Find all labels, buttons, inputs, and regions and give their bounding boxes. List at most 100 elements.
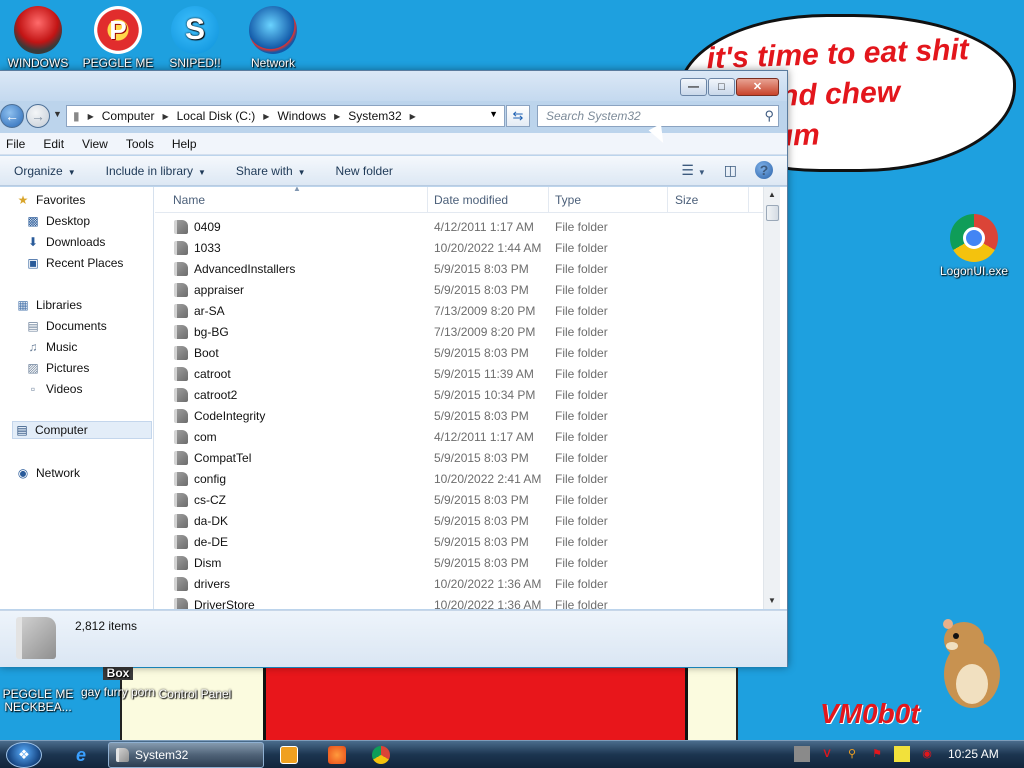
menu-view[interactable]: View	[82, 137, 108, 151]
file-name: CodeIntegrity	[194, 409, 266, 423]
chrome-taskbar-icon[interactable]	[372, 746, 390, 764]
address-bar[interactable]: ▮ ▶ Computer ▶ Local Disk (C:) ▶ Windows…	[66, 105, 505, 127]
scroll-up-icon[interactable]: ▲	[764, 187, 780, 203]
start-button[interactable]: ❖	[6, 742, 42, 768]
vertical-scrollbar[interactable]: ▲ ▼	[763, 187, 780, 609]
nav-computer[interactable]: ▤ Computer	[12, 421, 152, 439]
maximize-button[interactable]: □	[708, 78, 735, 96]
desktop-icon-network[interactable]: Network	[235, 6, 311, 70]
table-row[interactable]: 1033 10/20/2022 1:44 AM File folder	[155, 238, 763, 259]
tray-search-icon[interactable]: ⚲	[844, 746, 860, 762]
desktop-icon-control-panel[interactable]: Control Panel	[157, 666, 233, 701]
table-row[interactable]: DriverStore 10/20/2022 1:36 AM File folder	[155, 595, 763, 609]
scroll-down-icon[interactable]: ▼	[764, 593, 780, 609]
chevron-down-icon: ▼	[198, 167, 206, 177]
breadcrumb-windows[interactable]: Windows	[277, 109, 326, 123]
nav-recent-places[interactable]: ▣ Recent Places	[26, 254, 123, 272]
search-input[interactable]: Search System32 ⚲	[537, 105, 779, 127]
chevron-right-icon[interactable]: ▶	[88, 112, 94, 121]
table-row[interactable]: ar-SA 7/13/2009 8:20 PM File folder	[155, 301, 763, 322]
nav-downloads[interactable]: ⬇ Downloads	[26, 233, 105, 251]
internet-explorer-icon[interactable]: e	[70, 744, 92, 766]
chevron-right-icon[interactable]: ▶	[162, 112, 168, 121]
table-row[interactable]: cs-CZ 5/9/2015 8:03 PM File folder	[155, 490, 763, 511]
nav-libraries[interactable]: ▦ Libraries	[16, 296, 82, 314]
view-options-icon[interactable]: ☰ ▼	[681, 162, 705, 179]
chevron-right-icon[interactable]: ▶	[334, 112, 340, 121]
preview-pane-icon[interactable]: ◫	[724, 162, 737, 179]
table-row[interactable]: Dism 5/9/2015 8:03 PM File folder	[155, 553, 763, 574]
menu-edit[interactable]: Edit	[43, 137, 64, 151]
breadcrumb-computer[interactable]: Computer	[102, 109, 155, 123]
media-player-icon[interactable]	[280, 746, 298, 764]
breadcrumb-local-disk[interactable]: Local Disk (C:)	[177, 109, 256, 123]
chevron-right-icon[interactable]: ▶	[410, 112, 416, 121]
table-row[interactable]: AdvancedInstallers 5/9/2015 8:03 PM File f…	[155, 259, 763, 280]
refresh-button[interactable]: ⇆	[506, 105, 530, 127]
desktop-icon-logonui[interactable]: LogonUI.exe	[936, 214, 1012, 278]
table-row[interactable]: appraiser 5/9/2015 8:03 PM File folder	[155, 280, 763, 301]
share-with-button[interactable]: Share with ▼	[236, 164, 306, 178]
table-row[interactable]: CompatTel 5/9/2015 8:03 PM File folder	[155, 448, 763, 469]
minimize-button[interactable]: —	[680, 78, 707, 96]
file-date: 7/13/2009 8:20 PM	[434, 325, 536, 339]
clock[interactable]: 10:25 AM	[948, 747, 999, 761]
help-icon[interactable]: ?	[755, 161, 773, 179]
back-button[interactable]: ←	[0, 104, 24, 128]
table-row[interactable]: com 4/12/2011 1:17 AM File folder	[155, 427, 763, 448]
column-header-date-modified[interactable]: Date modified	[434, 193, 508, 207]
tray-flag-icon[interactable]: ⚑	[869, 746, 885, 762]
taskbar-task-system32[interactable]: System32	[108, 742, 264, 768]
column-header-size[interactable]: Size	[675, 193, 698, 207]
desktop-icon-box[interactable]: Box gay furry porn	[80, 666, 156, 699]
tray-icon-v[interactable]: V	[819, 746, 835, 762]
forward-button[interactable]: →	[26, 104, 50, 128]
nav-favorites[interactable]: ★ Favorites	[16, 191, 86, 209]
explorer-window: — □ ✕ ← → ▼ ▮ ▶ Computer ▶ Local Disk (C…	[0, 70, 788, 667]
table-row[interactable]: catroot2 5/9/2015 10:34 PM File folder	[155, 385, 763, 406]
title-bar[interactable]: — □ ✕	[0, 71, 787, 101]
tray-icon-1[interactable]	[794, 746, 810, 762]
close-button[interactable]: ✕	[736, 78, 779, 96]
menu-file[interactable]: File	[6, 137, 25, 151]
file-name: Dism	[194, 556, 222, 570]
table-row[interactable]: Boot 5/9/2015 8:03 PM File folder	[155, 343, 763, 364]
breadcrumb-system32[interactable]: System32	[348, 109, 401, 123]
table-row[interactable]: config 10/20/2022 2:41 AM File folder	[155, 469, 763, 490]
include-in-library-button[interactable]: Include in library ▼	[106, 164, 206, 178]
table-row[interactable]: 0409 4/12/2011 1:17 AM File folder	[155, 217, 763, 238]
table-row[interactable]: CodeIntegrity 5/9/2015 8:03 PM File folder	[155, 406, 763, 427]
menu-tools[interactable]: Tools	[126, 137, 154, 151]
scroll-thumb[interactable]	[766, 205, 779, 221]
column-header-row: ▲ Name Date modified Type Size	[155, 187, 763, 213]
table-row[interactable]: drivers 10/20/2022 1:36 AM File folder	[155, 574, 763, 595]
address-dropdown-icon[interactable]: ▼	[489, 109, 498, 119]
table-row[interactable]: catroot 5/9/2015 11:39 AM File folder	[155, 364, 763, 385]
nav-network[interactable]: ◉ Network	[16, 464, 80, 482]
table-row[interactable]: de-DE 5/9/2015 8:03 PM File folder	[155, 532, 763, 553]
app-icon-orange[interactable]	[328, 746, 346, 764]
chevron-right-icon[interactable]: ▶	[263, 112, 269, 121]
menu-help[interactable]: Help	[172, 137, 197, 151]
nav-music[interactable]: ♫ Music	[26, 338, 78, 356]
nav-pictures[interactable]: ▨ Pictures	[26, 359, 89, 377]
file-name: cs-CZ	[194, 493, 226, 507]
recent-pages-dropdown[interactable]: ▼	[53, 109, 62, 119]
tray-icon-yellow[interactable]	[894, 746, 910, 762]
organize-button[interactable]: Organize ▼	[14, 164, 76, 178]
column-header-name[interactable]: Name	[173, 193, 205, 207]
nav-videos[interactable]: ▫ Videos	[26, 380, 83, 398]
new-folder-button[interactable]: New folder	[336, 164, 393, 178]
nav-desktop[interactable]: ▩ Desktop	[26, 212, 90, 230]
table-row[interactable]: da-DK 5/9/2015 8:03 PM File folder	[155, 511, 763, 532]
nav-documents[interactable]: ▤ Documents	[26, 317, 106, 335]
desktop-icon-peggle-neckbeard[interactable]: PEGGLE ME NECKBEA...	[0, 664, 76, 714]
command-bar: Organize ▼ Include in library ▼ Share with…	[0, 156, 787, 186]
star-icon: ★	[17, 193, 29, 207]
column-header-type[interactable]: Type	[555, 193, 581, 207]
tray-volume-icon[interactable]: ◉	[919, 746, 935, 762]
desktop-icon-peggle[interactable]: P PEGGLE ME	[80, 6, 156, 70]
recent-places-icon: ▣	[27, 256, 39, 270]
table-row[interactable]: bg-BG 7/13/2009 8:20 PM File folder	[155, 322, 763, 343]
desktop-icon-windows[interactable]: WINDOWS	[0, 6, 76, 70]
